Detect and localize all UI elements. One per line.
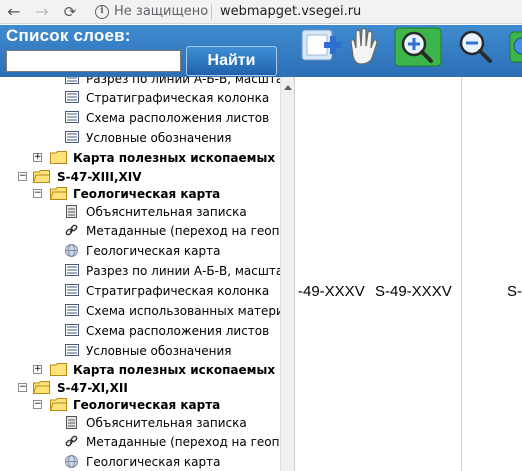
zoom-out-icon[interactable] bbox=[452, 26, 498, 70]
address-separator bbox=[211, 4, 212, 20]
legend-icon bbox=[65, 344, 79, 356]
tree-item-label: Метаданные (переход на геопо bbox=[86, 435, 280, 449]
map-view[interactable]: -49-XXXV S-49-XXXV S- bbox=[294, 77, 522, 471]
open-folder-icon bbox=[33, 381, 50, 394]
open-folder-icon bbox=[50, 398, 67, 411]
tree-item[interactable]: Геологическая карта bbox=[0, 241, 280, 261]
open-folder-icon bbox=[33, 170, 50, 183]
map-sheet-label: -49-XXXV bbox=[298, 283, 365, 300]
tree-item-label: S-47-XI,XII bbox=[57, 381, 128, 395]
open-folder-icon bbox=[50, 187, 67, 200]
tree-item-label: Условные обозначения bbox=[86, 131, 232, 145]
layers-title: Список слоев: bbox=[6, 26, 131, 45]
tree-folder[interactable]: − Геологическая карта bbox=[0, 395, 280, 415]
hand-pan-icon[interactable] bbox=[345, 26, 381, 68]
tree-item-label: S-47-XIII,XIV bbox=[57, 170, 142, 184]
tree-item[interactable]: Условные обозначения bbox=[0, 128, 280, 148]
find-button[interactable]: Найти bbox=[186, 46, 277, 76]
legend-icon bbox=[65, 304, 79, 316]
collapse-icon[interactable]: − bbox=[33, 400, 42, 409]
link-icon bbox=[65, 224, 78, 236]
folder-icon bbox=[50, 151, 67, 164]
tree-item[interactable]: Схема расположения листов bbox=[0, 321, 280, 341]
map-toolbar: Список слоев: Найти bbox=[0, 25, 522, 77]
tree-item-label: Условные обозначения bbox=[86, 344, 232, 358]
tree-item-label: Геологическая карта bbox=[86, 455, 221, 469]
tree-item[interactable]: Разрез по линии А-Б-В, масшта bbox=[0, 261, 280, 281]
browser-address-bar: ← → ⟳ i Не защищено webmapget.vsegei.ru bbox=[0, 0, 522, 24]
tree-item-label: Стратиграфическая колонка bbox=[86, 91, 270, 105]
address-url[interactable]: webmapget.vsegei.ru bbox=[220, 4, 361, 19]
tree-item-label: Геологическая карта bbox=[86, 244, 221, 258]
collapse-icon[interactable]: − bbox=[18, 383, 27, 392]
tree-item-label: Объяснительная записка bbox=[86, 416, 247, 430]
collapse-icon[interactable]: − bbox=[33, 189, 42, 198]
tree-folder[interactable]: − Геологическая карта bbox=[0, 184, 280, 204]
add-layer-icon[interactable] bbox=[298, 26, 346, 68]
tree-folder[interactable]: + Карта полезных ископаемых bbox=[0, 148, 280, 168]
layer-tree: Разрез по линии А-Б-В, масштаб Стратигра… bbox=[0, 77, 280, 471]
legend-icon bbox=[65, 91, 79, 103]
tree-item[interactable]: Геологическая карта bbox=[0, 452, 280, 471]
tree-item-label: Разрез по линии А-Б-В, масштаб bbox=[86, 77, 280, 86]
legend-icon bbox=[65, 264, 79, 276]
tree-item[interactable]: Условные обозначения bbox=[0, 341, 280, 361]
globe-icon[interactable] bbox=[508, 26, 522, 70]
tree-item[interactable]: Метаданные (переход на геопо bbox=[0, 221, 280, 241]
folder-icon bbox=[50, 363, 67, 376]
tree-item[interactable]: Схема расположения листов bbox=[0, 108, 280, 128]
map-sheet-label: S- bbox=[507, 283, 522, 300]
tree-item[interactable]: Стратиграфическая колонка bbox=[0, 88, 280, 108]
legend-icon bbox=[65, 131, 79, 143]
tree-item[interactable]: Объяснительная записка bbox=[0, 413, 280, 433]
tree-item-label: Стратиграфическая колонка bbox=[86, 284, 270, 298]
legend-icon bbox=[65, 284, 79, 296]
tree-item-label: Метаданные (переход на геопо bbox=[86, 224, 280, 238]
expand-icon[interactable]: + bbox=[33, 365, 42, 374]
legend-icon bbox=[65, 324, 79, 336]
tree-scrollbar[interactable] bbox=[280, 77, 294, 471]
tree-folder[interactable]: + Карта полезных ископаемых bbox=[0, 360, 280, 380]
reload-icon[interactable]: ⟳ bbox=[60, 2, 80, 22]
info-icon[interactable]: i bbox=[95, 5, 109, 19]
tree-item[interactable]: Метаданные (переход на геопо bbox=[0, 432, 280, 452]
legend-icon bbox=[65, 111, 79, 123]
document-icon bbox=[66, 205, 77, 218]
tree-item-label: Разрез по линии А-Б-В, масшта bbox=[86, 264, 280, 278]
security-status[interactable]: Не защищено bbox=[114, 4, 208, 19]
back-arrow-icon[interactable]: ← bbox=[4, 2, 24, 22]
forward-arrow-icon[interactable]: → bbox=[32, 2, 52, 22]
collapse-icon[interactable]: − bbox=[18, 172, 27, 181]
tree-item-label: Объяснительная записка bbox=[86, 205, 247, 219]
tree-item-label: Схема использованных матери bbox=[86, 304, 280, 318]
tree-item-label: Карта полезных ископаемых bbox=[73, 363, 276, 377]
tree-item[interactable]: Стратиграфическая колонка bbox=[0, 281, 280, 301]
legend-icon bbox=[65, 77, 79, 84]
document-icon bbox=[66, 416, 77, 429]
map-sheet-label: S-49-XXXV bbox=[375, 283, 452, 300]
link-icon bbox=[65, 435, 78, 447]
tree-item-label: Геологическая карта bbox=[73, 398, 221, 412]
tree-item-label: Схема расположения листов bbox=[86, 324, 270, 338]
tree-item-label: Геологическая карта bbox=[73, 187, 221, 201]
scroll-up-arrow-icon[interactable] bbox=[284, 85, 292, 90]
zoom-in-icon[interactable] bbox=[393, 26, 443, 70]
globe-icon bbox=[65, 244, 78, 257]
layer-search-input[interactable] bbox=[6, 50, 181, 72]
globe-icon bbox=[65, 455, 78, 468]
map-gridline bbox=[461, 77, 462, 471]
tree-item[interactable]: Объяснительная записка bbox=[0, 202, 280, 222]
tree-item-label: Карта полезных ископаемых bbox=[73, 151, 276, 165]
tree-item-label: Схема расположения листов bbox=[86, 111, 270, 125]
tree-item[interactable]: Схема использованных матери bbox=[0, 301, 280, 321]
expand-icon[interactable]: + bbox=[33, 153, 42, 162]
